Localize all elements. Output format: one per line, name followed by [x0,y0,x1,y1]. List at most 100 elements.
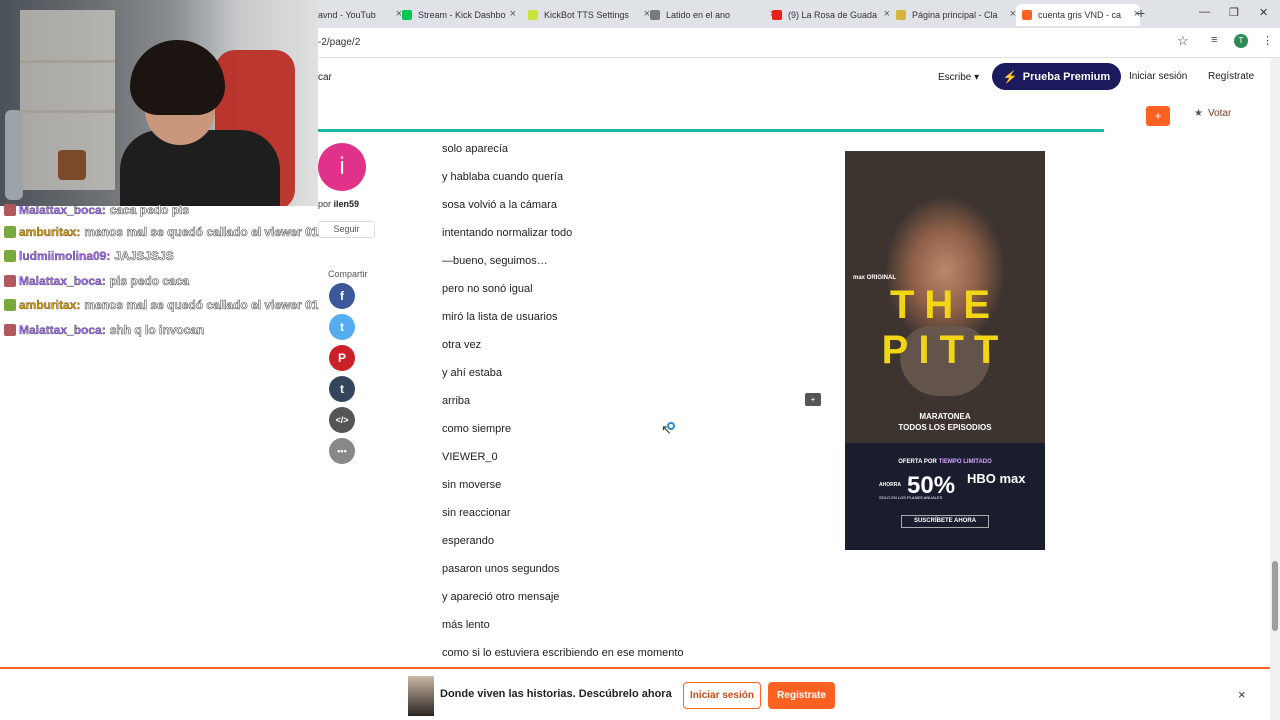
write-menu[interactable]: Escribe ▾ [938,72,979,83]
facebook-share-button[interactable]: f [329,283,355,309]
chat-username: amburitax: [19,225,81,239]
pinterest-share-button[interactable]: P [329,345,355,371]
signup-banner: Donde viven las historias. Descúbrelo ah… [0,669,1270,720]
close-window-icon[interactable]: ✕ [1259,6,1268,19]
story-line: pasaron unos segundos [442,563,560,575]
chat-text: menos mal se quedó callado el viewer 01 [84,225,319,240]
signup-link[interactable]: Regístrate [1208,71,1254,82]
tab-favicon-icon [896,10,906,20]
bolt-icon: ⚡ [1002,69,1018,84]
embed-share-button[interactable]: </> [329,407,355,433]
banner-login-button[interactable]: Iniciar sesión [683,682,761,709]
ad-tagline-1: MARATONEA [919,412,971,421]
twitter-share-button[interactable]: t [329,314,355,340]
restore-icon[interactable]: ❐ [1229,6,1239,19]
ad-offer-highlight: TIEMPO LIMITADO [938,459,992,465]
inline-comment-icon[interactable]: + [805,393,821,406]
minimize-icon[interactable]: — [1199,6,1210,18]
browser-tab[interactable]: Latido en el ano× [650,4,776,26]
tab-title: Stream - Kick Dashbo [418,10,506,20]
tab-title: Latido en el ano [666,10,731,20]
star-icon: ★ [1194,108,1203,119]
webcam-bottle [5,110,23,200]
browser-tab[interactable]: cuenta gris VND - ca × [1016,4,1140,26]
profile-avatar[interactable]: T [1234,34,1248,48]
chat-username: ludmiimolina09: [19,249,111,263]
story-line: como siempre [442,423,512,435]
more-share-button[interactable]: ••• [329,438,355,464]
tab-title: (9) La Rosa de Guada [788,10,878,20]
tab-favicon-icon [1022,10,1032,20]
login-link[interactable]: Iniciar sesión [1129,71,1187,82]
story-line: pero no sonó igual [442,283,533,295]
banner-text: Donde viven las historias. Descúbrelo ah… [440,688,672,700]
bookmark-star-icon[interactable]: ☆ [1177,33,1189,49]
chat-message: amburitax: menos mal se quedó callado el … [4,222,319,242]
page-scrollbar[interactable] [1270,58,1280,720]
story-line: arriba [442,395,471,407]
tab-title: Página principal - Cla [912,10,998,20]
story-line: VIEWER_0 [442,451,498,463]
ad-brand-logo: HBO max [967,471,1026,486]
chat-text: shh q lo invocan [109,323,205,338]
chat-message: amburitax: menos mal se quedó callado el … [4,295,319,315]
screen: avnd - YouTub × Stream - Kick Dashbo × KickB… [0,0,1280,720]
tab-favicon-icon [528,10,538,20]
browser-tab[interactable]: avnd - YouTub × [318,4,402,26]
chat-message: Malattax_boca: shh q lo invocan [4,320,205,340]
browser-tab[interactable]: Página principal - Cla × [896,4,1016,26]
ad-offer-panel: OFERTA POR TIEMPO LIMITADO AHORRA 50% HB… [845,443,1045,550]
story-line: esperando [442,535,494,547]
advertisement[interactable]: max ORIGINAL THE PITT MARATONEA TODOS LO… [845,151,1045,550]
ad-offer-line: OFERTA POR TIEMPO LIMITADO [845,459,1045,465]
webcam-shelf-board [20,60,115,63]
author-avatar[interactable]: i [318,143,366,191]
chat-username: amburitax: [19,298,81,312]
chat-badge-icon [4,324,16,336]
chat-text: pis pedo caca [109,274,190,289]
browser-tab[interactable]: (9) La Rosa de Guada × [772,4,890,26]
webcam-streamer-hair [130,40,225,115]
chat-username: Malattax_boca: [19,274,106,288]
story-line: sin reaccionar [442,507,511,519]
chat-text: JAJSJSJS [114,249,174,264]
story-line: y hablaba cuando quería [442,171,564,183]
tab-title: KickBot TTS Settings [544,10,629,20]
scrollbar-thumb[interactable] [1272,561,1278,631]
search-link[interactable]: car [318,72,332,83]
author-byline: por ilen59 [318,199,359,209]
vote-button[interactable]: ★ Votar [1194,108,1231,119]
banner-signup-button[interactable]: Regístrate [768,682,835,709]
premium-label: Prueba Premium [1022,70,1111,83]
vote-label: Votar [1207,108,1232,119]
browser-tab[interactable]: Stream - Kick Dashbo × [402,4,516,26]
chat-username: Malattax_boca: [19,203,106,217]
address-bar[interactable]: -2/page/2 [318,37,360,48]
tab-close-icon[interactable]: × [884,8,890,20]
story-text: solo aparecía y hablaba cuando quería sosa… [442,142,802,674]
webcam-streamer-body [120,130,280,206]
tab-close-icon[interactable]: × [510,8,516,20]
browser-tab[interactable]: KickBot TTS Settings × [528,4,650,26]
author-name[interactable]: ilen59 [334,199,360,209]
tumblr-share-button[interactable]: t [329,376,355,402]
chat-message: Malattax_boca: caca pedo pis [4,200,189,220]
loading-spinner-icon [667,422,675,430]
story-line: más lento [442,619,490,631]
reading-progress-bar [318,129,1104,132]
share-label: Compartir [328,269,368,279]
banner-close-icon[interactable]: × [1238,687,1246,702]
new-tab-button[interactable]: + [1137,5,1145,21]
ad-subscribe-button[interactable]: SUSCRÍBETE AHORA [901,515,989,528]
media-control-icon[interactable]: ≡ [1211,34,1217,46]
browser-menu-icon[interactable]: ⋮ [1262,34,1273,47]
add-to-list-button[interactable]: + [1146,106,1170,126]
tab-favicon-icon [772,10,782,20]
banner-thumbnail [408,676,434,716]
chat-badge-icon [4,250,16,262]
premium-button[interactable]: ⚡ Prueba Premium [992,63,1121,90]
follow-button[interactable]: Seguir [318,221,375,238]
story-line: solo aparecía [442,143,509,155]
story-line: y ahí estaba [442,367,502,379]
chat-message: ludmiimolina09: JAJSJSJS [4,246,174,266]
